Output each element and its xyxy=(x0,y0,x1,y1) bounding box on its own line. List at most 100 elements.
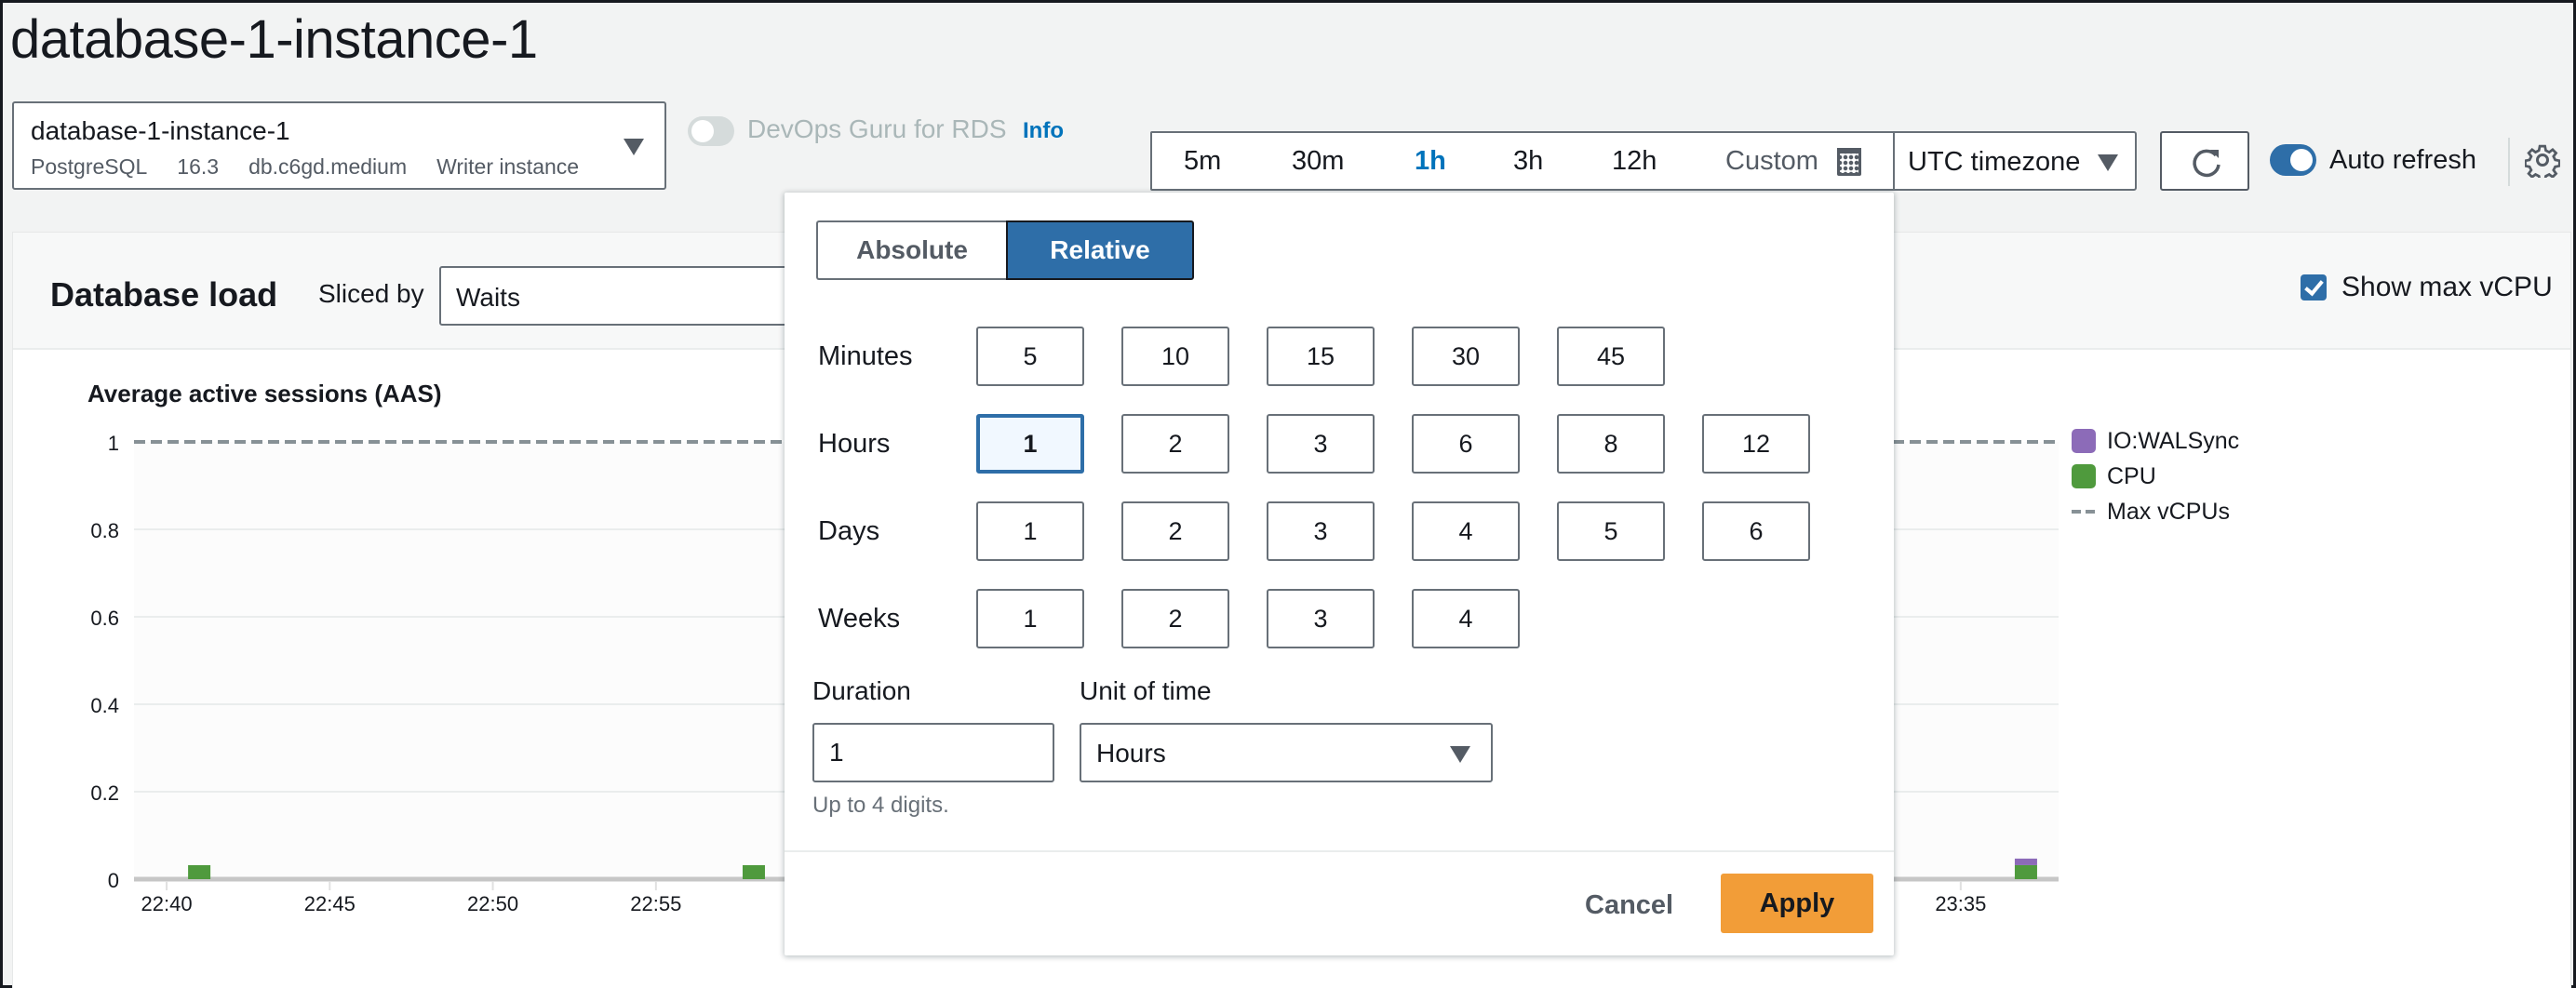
option-hours-1[interactable]: 1 xyxy=(976,414,1084,474)
x-tick-label: 23:35 xyxy=(1935,892,1986,915)
checkbox-checked-icon[interactable] xyxy=(2301,274,2327,300)
x-tick-label: 22:55 xyxy=(630,892,681,915)
caret-down-icon xyxy=(624,139,644,155)
option-minutes-45[interactable]: 45 xyxy=(1557,327,1665,386)
duration-label: Duration xyxy=(812,676,911,705)
chart-legend: IO:WALSync CPU Max vCPUs xyxy=(2072,423,2239,529)
refresh-button[interactable] xyxy=(2160,131,2249,191)
sliced-by-select[interactable]: Waits xyxy=(439,266,812,326)
show-max-vcpu-label: Show max vCPU xyxy=(2341,272,2553,302)
instance-role: Writer instance xyxy=(436,154,580,179)
option-minutes-10[interactable]: 10 xyxy=(1121,327,1229,386)
y-tick-label: 0.6 xyxy=(90,607,119,630)
unit-row-minutes: Minutes 5 10 15 30 45 xyxy=(818,327,1702,386)
legend-label: Max vCPUs xyxy=(2107,498,2230,525)
instance-meta: PostgreSQL 16.3 db.c6gd.medium Writer in… xyxy=(31,154,579,180)
unit-row-label: Hours xyxy=(818,428,891,459)
toggle-knob xyxy=(2290,149,2313,171)
timezone-select[interactable]: UTC timezone xyxy=(1893,131,2137,191)
option-minutes-5[interactable]: 5 xyxy=(976,327,1084,386)
x-tick-label: 22:50 xyxy=(467,892,518,915)
show-max-vcpu-checkbox[interactable]: Show max vCPU xyxy=(2301,272,2553,303)
bar-cpu xyxy=(2014,864,2037,879)
info-link[interactable]: Info xyxy=(1023,118,1064,144)
legend-item-cpu[interactable]: CPU xyxy=(2072,459,2239,494)
timezone-value: UTC timezone xyxy=(1908,147,2081,177)
option-hours-6[interactable]: 6 xyxy=(1412,414,1520,474)
legend-item-max-vcpus[interactable]: Max vCPUs xyxy=(2072,494,2239,529)
legend-label: CPU xyxy=(2107,462,2156,489)
instance-class: db.c6gd.medium xyxy=(248,154,408,179)
option-weeks-3[interactable]: 3 xyxy=(1267,589,1375,648)
option-minutes-30[interactable]: 30 xyxy=(1412,327,1520,386)
range-option-custom[interactable]: Custom xyxy=(1725,146,1818,177)
option-hours-8[interactable]: 8 xyxy=(1557,414,1665,474)
unit-of-time-select[interactable]: Hours xyxy=(1080,723,1493,782)
auto-refresh-label: Auto refresh xyxy=(2329,145,2476,175)
relative-mode-button[interactable]: Relative xyxy=(1006,220,1194,280)
time-range-selector: 5m 30m 1h 3h 12h Custom xyxy=(1150,131,1895,191)
y-tick-label: 0.4 xyxy=(90,694,119,717)
panel-title: Database load xyxy=(50,275,278,314)
range-option-5m[interactable]: 5m xyxy=(1184,146,1221,177)
legend-swatch-icon xyxy=(2072,429,2096,453)
absolute-mode-button[interactable]: Absolute xyxy=(816,220,1006,280)
x-tick-label: 22:45 xyxy=(304,892,356,915)
option-hours-12[interactable]: 12 xyxy=(1702,414,1810,474)
divider xyxy=(2508,138,2510,186)
bar-cpu xyxy=(188,864,211,879)
option-weeks-1[interactable]: 1 xyxy=(976,589,1084,648)
calendar-icon[interactable] xyxy=(1837,148,1861,176)
y-tick-label: 0.8 xyxy=(90,519,119,542)
range-option-30m[interactable]: 30m xyxy=(1292,146,1344,177)
instance-name: database-1-instance-1 xyxy=(31,116,290,145)
option-days-3[interactable]: 3 xyxy=(1267,501,1375,561)
devops-guru-toggle[interactable] xyxy=(688,116,734,146)
cancel-button[interactable]: Cancel xyxy=(1585,890,1673,921)
toggle-knob xyxy=(691,120,714,142)
refresh-icon xyxy=(2193,149,2220,178)
unit-row-label: Minutes xyxy=(818,340,913,371)
option-weeks-2[interactable]: 2 xyxy=(1121,589,1229,648)
legend-item-io-walsync[interactable]: IO:WALSync xyxy=(2072,423,2239,459)
duration-input[interactable]: 1 xyxy=(812,723,1054,782)
option-hours-3[interactable]: 3 xyxy=(1267,414,1375,474)
legend-swatch-icon xyxy=(2072,464,2096,488)
unit-row-weeks: Weeks 1 2 3 4 xyxy=(818,589,1557,648)
option-days-6[interactable]: 6 xyxy=(1702,501,1810,561)
y-tick-label: 0.2 xyxy=(90,781,119,805)
unit-row-hours: Hours 1 2 3 6 8 12 xyxy=(818,414,1847,474)
x-tick-label: 22:40 xyxy=(141,892,193,915)
gear-icon[interactable] xyxy=(2525,142,2560,178)
instance-select[interactable]: database-1-instance-1 PostgreSQL 16.3 db… xyxy=(12,101,666,190)
auto-refresh-toggle[interactable] xyxy=(2270,144,2316,176)
option-minutes-15[interactable]: 15 xyxy=(1267,327,1375,386)
caret-down-icon xyxy=(2098,154,2118,171)
chart-title: Average active sessions (AAS) xyxy=(87,380,442,407)
legend-dash-icon xyxy=(2072,510,2096,514)
option-hours-2[interactable]: 2 xyxy=(1121,414,1229,474)
y-tick-label: 0 xyxy=(108,869,119,892)
unit-of-time-value: Hours xyxy=(1096,739,1166,768)
unit-row-days: Days 1 2 3 4 5 6 xyxy=(818,501,1847,561)
instance-engine: PostgreSQL xyxy=(31,154,148,179)
unit-row-label: Weeks xyxy=(818,603,901,634)
option-days-5[interactable]: 5 xyxy=(1557,501,1665,561)
bar-iowalsync xyxy=(2014,858,2037,865)
range-option-1h[interactable]: 1h xyxy=(1415,146,1446,177)
unit-of-time-label: Unit of time xyxy=(1080,676,1212,705)
duration-hint: Up to 4 digits. xyxy=(812,793,949,818)
sliced-by-value: Waits xyxy=(456,283,520,312)
legend-label: IO:WALSync xyxy=(2107,427,2240,454)
option-days-4[interactable]: 4 xyxy=(1412,501,1520,561)
option-days-2[interactable]: 2 xyxy=(1121,501,1229,561)
apply-button[interactable]: Apply xyxy=(1721,874,1873,933)
range-option-12h[interactable]: 12h xyxy=(1612,146,1657,177)
y-tick-label: 1 xyxy=(108,432,119,455)
unit-row-label: Days xyxy=(818,515,880,546)
sliced-by-label: Sliced by xyxy=(318,279,424,308)
range-option-3h[interactable]: 3h xyxy=(1513,146,1543,177)
option-weeks-4[interactable]: 4 xyxy=(1412,589,1520,648)
option-days-1[interactable]: 1 xyxy=(976,501,1084,561)
divider xyxy=(785,850,1894,852)
